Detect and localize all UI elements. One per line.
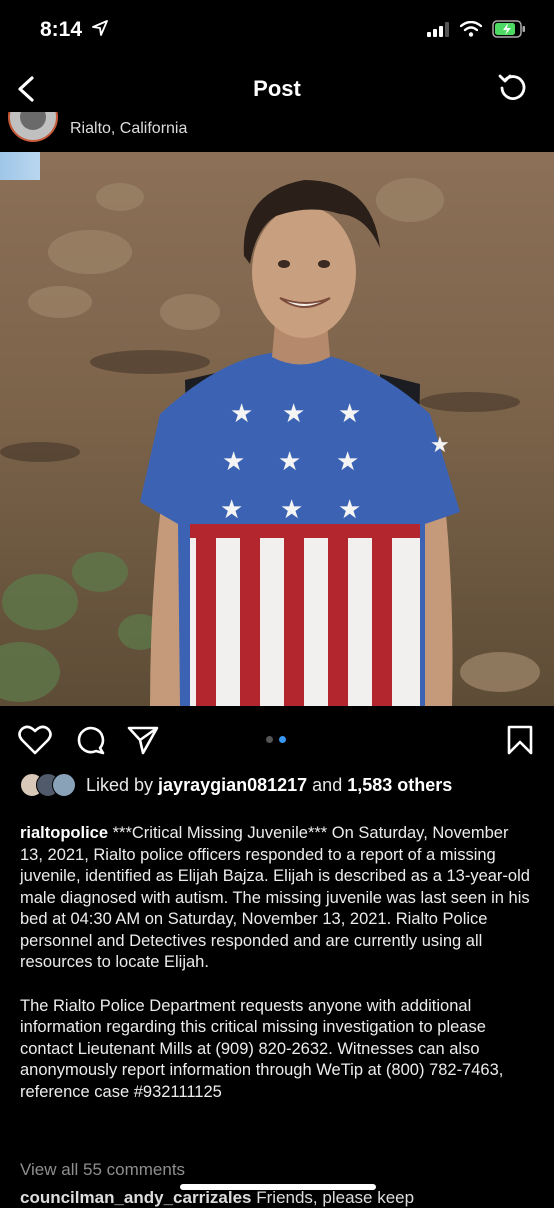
svg-text:★: ★ <box>222 447 245 477</box>
comment-username[interactable]: councilman_andy_carrizales <box>20 1188 252 1207</box>
comment-preview: councilman_andy_carrizales Friends, plea… <box>20 1188 414 1208</box>
liker-avatars <box>20 773 82 797</box>
heart-icon <box>18 725 52 755</box>
avatar[interactable] <box>8 112 58 142</box>
svg-text:★: ★ <box>282 399 305 429</box>
likes-prefix: Liked by <box>86 774 159 795</box>
svg-text:★: ★ <box>278 447 301 477</box>
svg-text:★: ★ <box>230 399 253 429</box>
avatar <box>52 773 76 797</box>
post-location[interactable]: Rialto, California <box>70 120 187 138</box>
likes-row[interactable]: Liked by jayraygian081217 and 1,583 othe… <box>20 772 452 798</box>
bookmark-icon <box>507 725 533 755</box>
action-bar <box>0 716 554 760</box>
carousel-dot-active <box>279 736 286 743</box>
carousel-dot <box>266 736 273 743</box>
send-icon <box>127 726 159 755</box>
svg-text:★: ★ <box>338 495 361 525</box>
wifi-icon <box>459 20 483 42</box>
home-indicator[interactable] <box>180 1184 376 1190</box>
caption-username[interactable]: rialtopolice <box>20 824 108 842</box>
post-header: Rialto, California <box>0 112 554 152</box>
refresh-icon <box>498 74 526 100</box>
refresh-button[interactable] <box>496 72 528 109</box>
svg-text:★: ★ <box>280 495 303 525</box>
view-all-comments-link[interactable]: View all 55 comments <box>20 1160 185 1180</box>
likes-connector: and <box>307 774 348 795</box>
status-bar: 8:14 <box>0 0 554 60</box>
share-button[interactable] <box>127 724 159 761</box>
post-photo[interactable]: ★ ★ ★ ★ ★ ★ ★ ★ ★ ★ <box>0 152 554 706</box>
svg-text:★: ★ <box>220 495 243 525</box>
caption: rialtopolice ***Critical Missing Juvenil… <box>20 823 535 1103</box>
liker-username[interactable]: jayraygian081217 <box>158 775 307 795</box>
caption-text-1: ***Critical Missing Juvenile*** On Satur… <box>20 824 530 971</box>
status-time: 8:14 <box>40 18 83 41</box>
svg-text:★: ★ <box>336 447 359 477</box>
carousel-indicator <box>266 736 286 743</box>
battery-charging-icon <box>492 20 526 43</box>
comment-icon <box>77 726 105 755</box>
like-button[interactable] <box>18 724 52 761</box>
comment-text: Friends, please keep <box>256 1188 415 1207</box>
page-title: Post <box>253 76 301 101</box>
svg-text:★: ★ <box>338 399 361 429</box>
caption-text-2: The Rialto Police Department requests an… <box>20 996 504 1101</box>
likes-others[interactable]: 1,583 others <box>347 775 452 795</box>
svg-text:★: ★ <box>430 433 450 458</box>
signal-icon <box>426 21 450 42</box>
nav-bar: Post <box>0 60 554 118</box>
comment-button[interactable] <box>74 724 106 761</box>
likes-text: Liked by jayraygian081217 and 1,583 othe… <box>86 775 452 796</box>
location-arrow-icon <box>92 20 108 41</box>
save-button[interactable] <box>506 724 534 761</box>
